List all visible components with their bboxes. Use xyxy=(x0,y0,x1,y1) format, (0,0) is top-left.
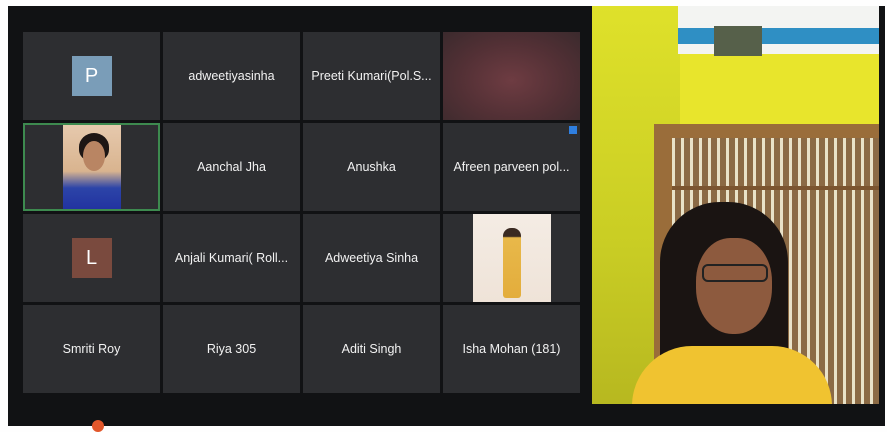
gallery-grid: P adweetiyasinha Preeti Kumari(Pol.S... … xyxy=(23,32,580,393)
participant-name: Aditi Singh xyxy=(341,342,402,356)
participant-avatar: P xyxy=(71,56,112,96)
participant-avatar: L xyxy=(71,238,112,278)
participant-tile[interactable]: Aanchal Jha xyxy=(163,123,300,211)
participant-video-tile[interactable] xyxy=(443,214,580,302)
participant-tile[interactable]: Preeti Kumari(Pol.S... xyxy=(303,32,440,120)
participant-tile[interactable]: L xyxy=(23,214,160,302)
participant-name: Isha Mohan (181) xyxy=(462,342,561,356)
participant-video-tile[interactable] xyxy=(443,32,580,120)
self-video-view[interactable] xyxy=(592,6,879,404)
participant-video xyxy=(62,125,121,209)
participant-name: Aanchal Jha xyxy=(197,160,266,174)
participant-name: Adweetiya Sinha xyxy=(324,251,419,265)
participant-tile[interactable]: Afreen parveen pol... xyxy=(443,123,580,211)
participant-tile[interactable]: Aditi Singh xyxy=(303,305,440,393)
participant-tile[interactable]: Riya 305 xyxy=(163,305,300,393)
participant-video xyxy=(472,214,551,302)
participant-tile[interactable]: Anushka xyxy=(303,123,440,211)
toolbar-icon[interactable] xyxy=(92,420,104,432)
participant-tile[interactable]: Isha Mohan (181) xyxy=(443,305,580,393)
participant-name: Anushka xyxy=(347,160,396,174)
status-badge xyxy=(569,126,577,134)
participant-name: Riya 305 xyxy=(206,342,257,356)
participant-tile[interactable]: adweetiyasinha xyxy=(163,32,300,120)
active-speaker-tile[interactable] xyxy=(23,123,160,211)
participant-name: Afreen parveen pol... xyxy=(453,160,570,174)
participant-tile[interactable]: Adweetiya Sinha xyxy=(303,214,440,302)
participant-tile[interactable]: Anjali Kumari( Roll... xyxy=(163,214,300,302)
participant-tile[interactable]: P xyxy=(23,32,160,120)
participant-name: Anjali Kumari( Roll... xyxy=(174,251,289,265)
participant-name: adweetiyasinha xyxy=(188,69,275,83)
participant-name: Smriti Roy xyxy=(62,342,121,356)
participant-tile[interactable]: Smriti Roy xyxy=(23,305,160,393)
participant-name: Preeti Kumari(Pol.S... xyxy=(311,69,432,83)
